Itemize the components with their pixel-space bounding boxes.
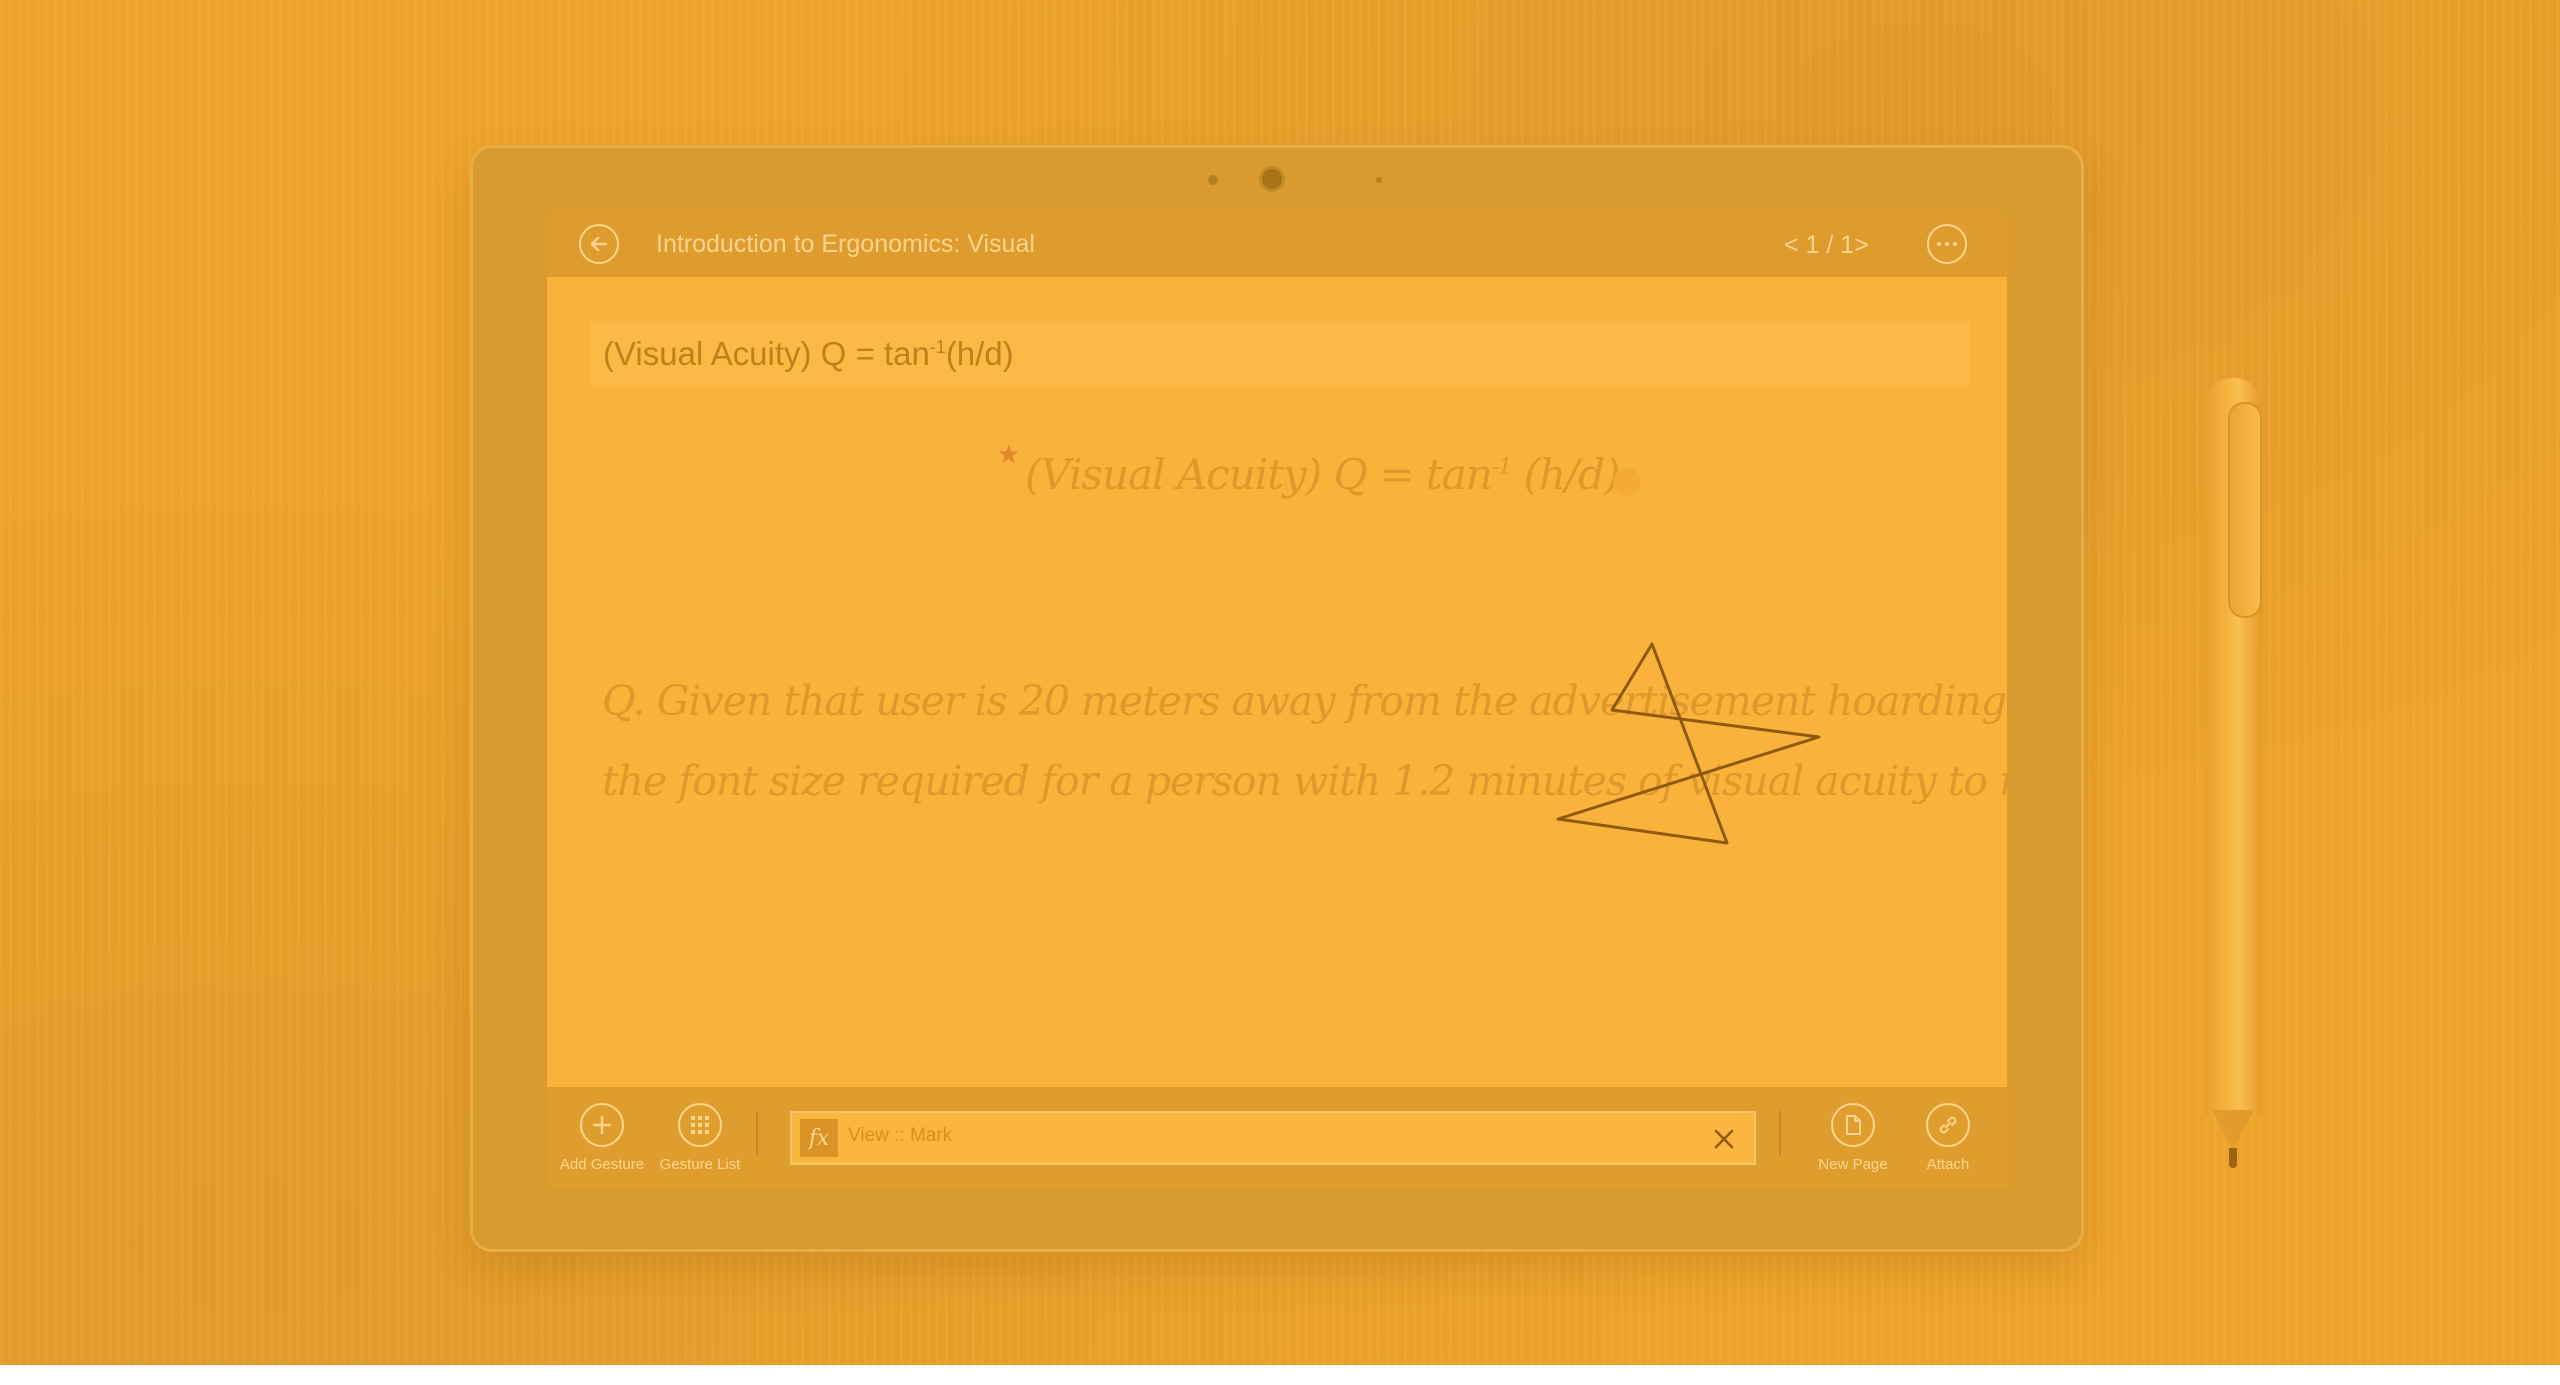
bottom-edge — [0, 1365, 2560, 1385]
clear-icon[interactable] — [1710, 1125, 1738, 1153]
front-camera — [1262, 169, 1282, 189]
app-screen: Introduction to Ergonomics: Visual < 1 /… — [547, 213, 2007, 1187]
add-gesture-label: Add Gesture — [559, 1156, 645, 1173]
back-button[interactable] — [579, 224, 619, 264]
drawn-star-gesture — [1556, 642, 1821, 845]
sensor-dot — [1376, 177, 1382, 183]
stylus-nib — [2229, 1148, 2237, 1168]
add-gesture-button[interactable]: Add Gesture — [547, 1103, 657, 1173]
gesture-list-label: Gesture List — [659, 1156, 741, 1173]
new-page-label: New Page — [1818, 1156, 1888, 1173]
page-indicator[interactable]: < 1 / 1> — [1784, 231, 1869, 260]
divider — [756, 1111, 758, 1155]
link-icon — [1926, 1103, 1970, 1147]
command-input[interactable]: fx View :: Mark — [790, 1111, 1756, 1165]
stylus-tip — [2212, 1110, 2254, 1150]
stylus-clip — [2230, 404, 2260, 616]
canvas-area[interactable]: (Visual Acuity) Q = tan-1(h/d) ★ (Visual… — [547, 277, 2007, 1087]
divider — [1779, 1111, 1781, 1155]
tablet-device: Introduction to Ergonomics: Visual < 1 /… — [470, 145, 2084, 1252]
plus-icon — [580, 1103, 624, 1147]
bottom-app-bar: Add Gesture Gesture List fx View:: Mark… — [547, 1087, 2007, 1187]
command-text: View :: Mark — [848, 1125, 953, 1146]
back-arrow-icon — [590, 236, 608, 252]
title-bar: Introduction to Ergonomics: Visual < 1 /… — [547, 213, 2007, 277]
document-title: Introduction to Ergonomics: Visual — [656, 230, 1035, 258]
new-page-button[interactable]: New Page — [1798, 1103, 1908, 1173]
grid-icon — [678, 1103, 722, 1147]
attach-button[interactable]: Attach — [1893, 1103, 2003, 1173]
page-icon — [1831, 1103, 1875, 1147]
more-button[interactable] — [1927, 224, 1967, 264]
gesture-list-button[interactable]: Gesture List — [645, 1103, 755, 1173]
sensor-dot — [1208, 175, 1218, 185]
attach-label: Attach — [1926, 1156, 1970, 1173]
function-fx-icon: fx — [800, 1119, 838, 1157]
more-ellipsis-icon — [1937, 242, 1957, 246]
